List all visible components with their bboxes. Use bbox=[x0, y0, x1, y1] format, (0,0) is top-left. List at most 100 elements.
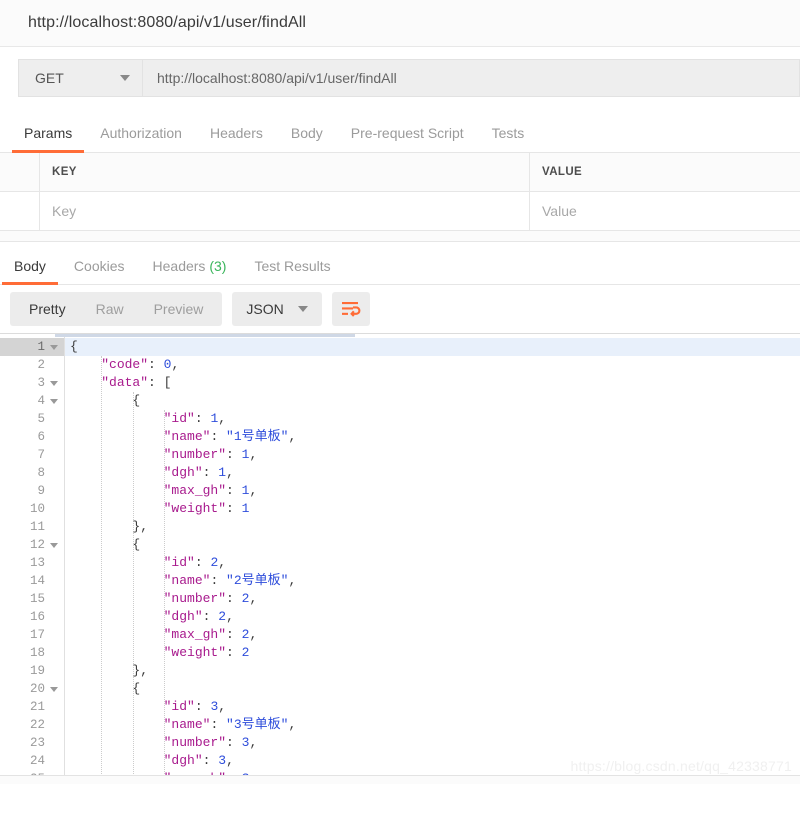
response-tab-cookies[interactable]: Cookies bbox=[60, 258, 139, 284]
params-header-key: KEY bbox=[40, 153, 530, 192]
code-line-number: 22 bbox=[0, 716, 64, 734]
code-token: 2 bbox=[218, 609, 227, 624]
response-tab-headers[interactable]: Headers (3) bbox=[139, 258, 241, 284]
line-number-text: 12 bbox=[29, 538, 45, 552]
url-input[interactable]: http://localhost:8080/api/v1/user/findAl… bbox=[142, 59, 800, 97]
code-token: "id" bbox=[163, 555, 195, 570]
request-tab-tests[interactable]: Tests bbox=[478, 125, 539, 152]
params-row-checkbox-cell[interactable] bbox=[0, 192, 40, 231]
line-number-text: 8 bbox=[37, 466, 45, 480]
code-line-text: "max_gh": 1, bbox=[70, 483, 258, 498]
code-content[interactable]: { "code": 0, "data": [ { "id": 1, "name"… bbox=[65, 334, 800, 784]
code-line-text: "name": "1号单板", bbox=[70, 429, 297, 444]
params-row-value-placeholder: Value bbox=[542, 203, 577, 219]
params-header-key-label: KEY bbox=[52, 166, 77, 178]
code-line: "id": 2, bbox=[65, 554, 800, 572]
fold-toggle-icon[interactable] bbox=[50, 344, 58, 350]
code-line-number: 8 bbox=[0, 464, 64, 482]
code-line-number: 17 bbox=[0, 626, 64, 644]
code-line: "number": 3, bbox=[65, 734, 800, 752]
code-line: { bbox=[65, 338, 800, 356]
code-line-text: "weight": 2 bbox=[70, 645, 250, 660]
code-token: "name" bbox=[163, 429, 211, 444]
request-tab-label: Pre-request Script bbox=[350, 125, 464, 141]
code-line: "max_gh": 1, bbox=[65, 482, 800, 500]
code-line-number: 4 bbox=[0, 392, 64, 410]
fold-toggle-icon[interactable] bbox=[50, 686, 58, 692]
code-token: : bbox=[210, 429, 227, 444]
code-line-text: { bbox=[70, 681, 140, 696]
chevron-down-icon bbox=[297, 306, 308, 312]
view-mode-pretty[interactable]: Pretty bbox=[14, 292, 81, 326]
code-line-number: 9 bbox=[0, 482, 64, 500]
response-format-select[interactable]: JSON bbox=[232, 292, 322, 326]
line-number-text: 24 bbox=[29, 754, 45, 768]
code-line-number: 5 bbox=[0, 410, 64, 428]
code-line: "dgh": 3, bbox=[65, 752, 800, 770]
code-line-text: "number": 3, bbox=[70, 735, 258, 750]
line-number-text: 3 bbox=[37, 376, 45, 390]
request-title: http://localhost:8080/api/v1/user/findAl… bbox=[28, 14, 307, 31]
view-mode-raw[interactable]: Raw bbox=[81, 292, 139, 326]
request-tab-body[interactable]: Body bbox=[277, 125, 337, 152]
code-token: , bbox=[249, 483, 258, 498]
code-line-number: 23 bbox=[0, 734, 64, 752]
code-token: "name" bbox=[163, 573, 211, 588]
response-tab-count: (3) bbox=[205, 258, 227, 274]
postman-window: http://localhost:8080/api/v1/user/findAl… bbox=[0, 0, 800, 819]
code-token: : bbox=[226, 447, 242, 462]
fold-toggle-icon[interactable] bbox=[50, 380, 58, 386]
request-tab-headers[interactable]: Headers bbox=[196, 125, 277, 152]
code-token: , bbox=[288, 573, 297, 588]
code-line: "code": 0, bbox=[65, 356, 800, 374]
response-tab-body[interactable]: Body bbox=[0, 258, 60, 285]
code-token: }, bbox=[132, 519, 149, 534]
code-line-text: "code": 0, bbox=[70, 357, 179, 372]
response-tab-test-results[interactable]: Test Results bbox=[240, 258, 344, 284]
code-token: : bbox=[148, 357, 164, 372]
chevron-down-icon bbox=[120, 75, 130, 81]
code-line-number: 18 bbox=[0, 644, 64, 662]
code-token: "2号单板" bbox=[226, 573, 289, 588]
params-row-key-input[interactable]: Key bbox=[40, 192, 530, 231]
code-token: , bbox=[249, 447, 258, 462]
code-token: "data" bbox=[101, 375, 149, 390]
http-method-select[interactable]: GET bbox=[18, 59, 142, 97]
code-line: "number": 1, bbox=[65, 446, 800, 464]
code-line-text: "weight": 1 bbox=[70, 501, 250, 516]
params-row-value-input[interactable]: Value bbox=[530, 192, 800, 231]
code-token: : bbox=[226, 591, 242, 606]
code-token: { bbox=[70, 339, 78, 354]
code-token: : bbox=[226, 627, 242, 642]
code-token: , bbox=[218, 555, 227, 570]
code-line-text: "name": "3号单板", bbox=[70, 717, 297, 732]
code-line-text: "data": [ bbox=[70, 375, 171, 390]
request-tab-label: Authorization bbox=[100, 125, 182, 141]
code-token: : bbox=[194, 555, 211, 570]
code-token: : bbox=[202, 609, 219, 624]
request-tab-pre-request-script[interactable]: Pre-request Script bbox=[337, 125, 478, 152]
code-line-text: "id": 3, bbox=[70, 699, 226, 714]
code-scrollbar-thumb[interactable] bbox=[55, 334, 355, 337]
line-number-text: 23 bbox=[29, 736, 45, 750]
code-token: "number" bbox=[163, 447, 227, 462]
request-tab-label: Tests bbox=[491, 125, 525, 141]
request-title-bar: http://localhost:8080/api/v1/user/findAl… bbox=[0, 0, 800, 47]
request-tab-authorization[interactable]: Authorization bbox=[86, 125, 196, 152]
code-line-text: { bbox=[70, 393, 140, 408]
code-horizontal-scrollbar[interactable] bbox=[0, 334, 800, 337]
request-tab-params[interactable]: Params bbox=[10, 125, 86, 153]
code-line-number: 11 bbox=[0, 518, 64, 536]
code-line: "id": 1, bbox=[65, 410, 800, 428]
code-token: 1 bbox=[218, 465, 227, 480]
code-line: "weight": 2 bbox=[65, 644, 800, 662]
fold-toggle-icon[interactable] bbox=[50, 542, 58, 548]
line-number-text: 11 bbox=[29, 520, 45, 534]
code-token: "weight" bbox=[163, 645, 227, 660]
line-number-text: 14 bbox=[29, 574, 45, 588]
view-mode-preview[interactable]: Preview bbox=[139, 292, 219, 326]
code-token: "code" bbox=[101, 357, 149, 372]
fold-toggle-icon[interactable] bbox=[50, 398, 58, 404]
code-line-text: "name": "2号单板", bbox=[70, 573, 297, 588]
word-wrap-toggle-button[interactable] bbox=[331, 292, 370, 326]
